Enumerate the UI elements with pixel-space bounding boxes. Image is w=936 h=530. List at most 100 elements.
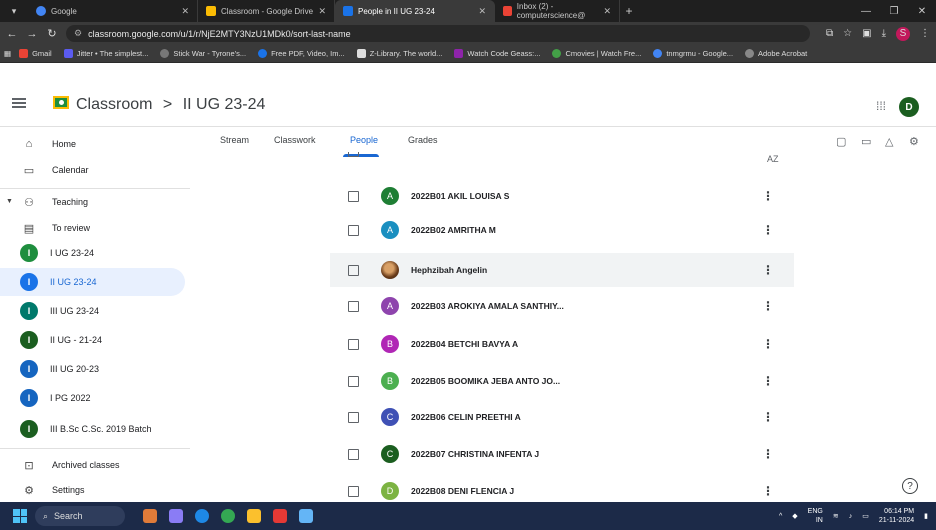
student-checkbox[interactable] <box>348 224 359 236</box>
student-checkbox[interactable] <box>348 411 359 423</box>
student-row[interactable]: A 2022B01 AKIL LOUISA S ⋮ <box>330 179 794 213</box>
help-icon[interactable]: ? <box>902 478 918 494</box>
bookmark-star-icon[interactable]: ☆ <box>843 28 852 39</box>
class-title[interactable]: II UG 23-24 <box>183 96 266 113</box>
more-options-icon[interactable]: ⋮ <box>762 299 774 313</box>
user-avatar[interactable]: D <box>899 97 919 117</box>
student-row[interactable]: Hephzibah Angelin ⋮ <box>330 253 794 287</box>
clock[interactable]: 06:14 PM 21-11-2024 <box>879 507 914 525</box>
bookmark-zlibrary[interactable]: Z-Library. The world... <box>356 49 442 58</box>
select-all-checkbox[interactable] <box>348 152 359 157</box>
more-options-icon[interactable]: ⋮ <box>762 189 774 203</box>
tab-search-chevron-icon[interactable]: ▾ <box>0 6 28 17</box>
browser-tab-gmail[interactable]: Inbox (2) - computerscience@ ✕ <box>495 0 620 22</box>
sidebar-item-class-active[interactable]: I II UG 23-24 <box>0 268 185 296</box>
student-checkbox[interactable] <box>348 190 359 202</box>
tab-people[interactable]: People <box>350 135 378 145</box>
close-tab-icon[interactable]: ✕ <box>478 6 486 17</box>
sidebar-item-settings[interactable]: ⚙ Settings <box>0 476 185 504</box>
file-explorer-icon[interactable] <box>247 509 261 523</box>
tab-stream[interactable]: Stream <box>220 135 249 145</box>
sidebar-item-to-review[interactable]: ▤ To review <box>0 214 185 242</box>
more-options-icon[interactable]: ⋮ <box>762 484 774 498</box>
copilot-icon[interactable] <box>169 509 183 523</box>
student-checkbox[interactable] <box>348 485 359 497</box>
student-row[interactable]: C 2022B07 CHRISTINA INFENTA J ⋮ <box>330 437 794 471</box>
more-options-icon[interactable]: ⋮ <box>762 374 774 388</box>
google-apps-icon[interactable]: ⁞⁞⁞ <box>876 99 886 113</box>
chrome-browser-icon[interactable] <box>221 509 235 523</box>
student-row[interactable]: B 2022B04 BETCHI BAVYA A ⋮ <box>330 327 794 361</box>
close-window-icon[interactable]: ✕ <box>908 6 936 17</box>
app-icon[interactable] <box>273 509 287 523</box>
app-name[interactable]: Classroom <box>76 96 152 113</box>
bookmark-stick-war[interactable]: Stick War - Tyrone's... <box>160 49 246 58</box>
extensions-icon[interactable]: ▣ <box>862 28 871 39</box>
sidebar-item-archived[interactable]: ⊡ Archived classes <box>0 451 185 479</box>
student-row[interactable]: A 2022B03 AROKIYA AMALA SANTHIY... ⋮ <box>330 289 794 323</box>
bookmark-code-geass[interactable]: Watch Code Geass:... <box>454 49 540 58</box>
sort-az-icon[interactable]: AZ <box>767 154 779 164</box>
browser-tab-people[interactable]: People in II UG 23-24 ✕ <box>335 0 495 22</box>
language-indicator[interactable]: ENG IN <box>808 507 823 525</box>
bookmark-tnmgrmu[interactable]: tnmgrmu - Google... <box>653 49 733 58</box>
sidebar-item-class[interactable]: I I UG 23-24 <box>0 239 185 267</box>
url-field[interactable]: ⚙ classroom.google.com/u/1/r/NjE2MTY3NzU… <box>66 25 811 42</box>
sidebar-item-teaching[interactable]: ⚇ Teaching <box>0 188 185 216</box>
tab-classwork[interactable]: Classwork <box>274 135 316 145</box>
sidebar-item-class[interactable]: I III UG 20-23 <box>0 355 185 383</box>
more-options-icon[interactable]: ⋮ <box>762 337 774 351</box>
student-row[interactable]: A 2022B02 AMRITHA M ⋮ <box>330 213 794 247</box>
download-icon[interactable]: ⤓ <box>882 28 886 39</box>
back-arrow-icon[interactable]: ← <box>4 28 20 40</box>
restore-icon[interactable]: ❐ <box>880 6 908 17</box>
store-icon[interactable] <box>299 509 313 523</box>
student-row[interactable]: B 2022B05 BOOMIKA JEBA ANTO JO... ⋮ <box>330 364 794 398</box>
windows-start-icon[interactable] <box>13 509 27 523</box>
main-menu-icon[interactable] <box>12 96 26 110</box>
student-row[interactable]: D 2022B08 DENI FLENCIA J ⋮ <box>330 474 794 502</box>
class-settings-gear-icon[interactable]: ⚙ <box>909 135 919 148</box>
drive-folder-icon[interactable]: △ <box>885 135 893 148</box>
minimize-icon[interactable]: — <box>852 6 880 17</box>
bookmark-free-pdf[interactable]: Free PDF, Video, Im... <box>258 49 345 58</box>
student-checkbox[interactable] <box>348 338 359 350</box>
video-meet-icon[interactable]: ▢ <box>836 135 846 148</box>
student-checkbox[interactable] <box>348 264 359 276</box>
bookmark-cmovies[interactable]: Cmovies | Watch Fre... <box>552 49 641 58</box>
bookmark-gmail[interactable]: Gmail <box>19 49 52 58</box>
sidebar-item-class[interactable]: I III B.Sc C.Sc. 2019 Batch <box>0 415 185 443</box>
apps-grid-icon[interactable]: ▦ <box>4 49 11 58</box>
bookmark-jitter[interactable]: Jitter • The simplest... <box>63 49 148 58</box>
student-checkbox[interactable] <box>348 375 359 387</box>
tab-grades[interactable]: Grades <box>408 135 438 145</box>
site-info-icon[interactable]: ⚙ <box>74 28 82 39</box>
edge-browser-icon[interactable] <box>195 509 209 523</box>
more-options-icon[interactable]: ⋮ <box>762 447 774 461</box>
calendar-icon[interactable]: ▭ <box>861 135 871 148</box>
sidebar-item-home[interactable]: ⌂ Home <box>0 130 185 158</box>
close-tab-icon[interactable]: ✕ <box>603 6 611 17</box>
student-checkbox[interactable] <box>348 448 359 460</box>
widgets-icon[interactable] <box>143 509 157 523</box>
profile-avatar[interactable]: S <box>896 26 910 41</box>
tray-app-icon[interactable]: ◆ <box>792 512 797 520</box>
more-options-icon[interactable]: ⋮ <box>762 263 774 277</box>
reload-icon[interactable]: ↻ <box>44 27 60 40</box>
bookmark-adobe[interactable]: Adobe Acrobat <box>745 49 807 58</box>
taskbar-search[interactable]: ⌕ Search <box>35 506 125 526</box>
new-tab-icon[interactable]: + <box>620 4 638 18</box>
sidebar-item-class[interactable]: I III UG 23-24 <box>0 297 185 325</box>
close-tab-icon[interactable]: ✕ <box>318 6 326 17</box>
more-options-icon[interactable]: ⋮ <box>762 223 774 237</box>
student-checkbox[interactable] <box>348 300 359 312</box>
browser-menu-icon[interactable]: ⋮ <box>920 28 930 39</box>
close-tab-icon[interactable]: ✕ <box>181 6 189 17</box>
browser-tab-google[interactable]: Google ✕ <box>28 0 198 22</box>
wifi-icon[interactable]: ≋ <box>833 512 839 520</box>
browser-tab-drive[interactable]: Classroom - Google Drive ✕ <box>198 0 335 22</box>
sidebar-item-calendar[interactable]: ▭ Calendar <box>0 156 185 184</box>
forward-arrow-icon[interactable]: → <box>24 28 40 40</box>
volume-icon[interactable]: ♪ <box>849 513 853 520</box>
sidebar-item-class[interactable]: I I PG 2022 <box>0 384 185 412</box>
